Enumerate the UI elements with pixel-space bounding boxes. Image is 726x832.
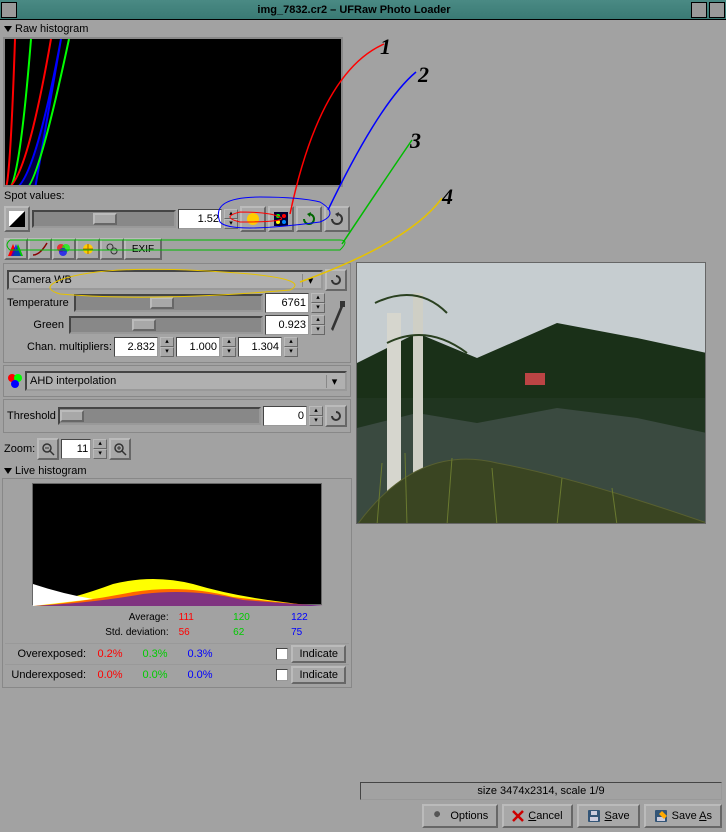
- over-label: Overexposed:: [8, 648, 86, 660]
- exposure-compensation-icon[interactable]: [4, 206, 30, 232]
- tab-corrections[interactable]: [76, 238, 100, 260]
- window-menu-button[interactable]: [1, 2, 17, 18]
- wb-preset-combo[interactable]: Camera WB▾: [7, 270, 323, 290]
- tab-exif[interactable]: EXIF: [124, 238, 162, 260]
- annotation-4: 4: [442, 184, 453, 210]
- maximize-button[interactable]: [709, 2, 725, 18]
- save-button[interactable]: Save: [577, 804, 640, 828]
- raw-histogram-title: Raw histogram: [15, 23, 88, 35]
- annotation-3: 3: [410, 128, 421, 154]
- interpolation-icon: [7, 373, 23, 389]
- auto-exposure-icon[interactable]: [296, 206, 322, 232]
- spot-values-label: Spot values:: [2, 188, 352, 204]
- eyedropper-icon[interactable]: [329, 299, 345, 334]
- temperature-spinner[interactable]: ▴▾: [311, 293, 325, 313]
- raw-histogram-expander[interactable]: Raw histogram: [2, 22, 352, 36]
- interpolation-combo[interactable]: AHD interpolation▾: [25, 371, 347, 391]
- annotation-1: 1: [380, 34, 391, 60]
- threshold-panel: Threshold ▴▾: [3, 399, 351, 433]
- tab-base-curve[interactable]: [28, 238, 52, 260]
- size-status: size 3474x2314, scale 1/9: [360, 782, 722, 800]
- annotation-2: 2: [418, 62, 429, 88]
- threshold-slider[interactable]: [58, 407, 261, 425]
- under-indicate-button[interactable]: Indicate: [291, 666, 346, 684]
- zoom-value[interactable]: [61, 439, 91, 459]
- temperature-label: Temperature: [7, 297, 72, 309]
- chan-g[interactable]: [176, 337, 220, 357]
- temperature-value[interactable]: [265, 293, 309, 313]
- titlebar: img_7832.cr2 – UFRaw Photo Loader: [0, 0, 726, 20]
- exposure-value[interactable]: [178, 209, 222, 229]
- chevron-down-icon: [4, 26, 12, 32]
- stats-table: Average:111120122 Std. deviation:566275: [5, 607, 349, 643]
- threshold-value[interactable]: [263, 406, 307, 426]
- over-indicate-button[interactable]: Indicate: [291, 645, 346, 663]
- reset-threshold-button[interactable]: [325, 405, 347, 427]
- wrench-icon: [432, 809, 446, 823]
- live-histogram-title: Live histogram: [15, 465, 87, 477]
- chan-r[interactable]: [114, 337, 158, 357]
- close-icon: [512, 810, 524, 822]
- floppy-edit-icon: [654, 809, 668, 823]
- zoom-label: Zoom:: [4, 443, 35, 455]
- under-label: Underexposed:: [8, 669, 86, 681]
- under-checkbox[interactable]: [276, 669, 288, 681]
- tab-color-mgmt[interactable]: [52, 238, 76, 260]
- zoom-in-button[interactable]: [109, 438, 131, 460]
- wb-preset-label: Camera WB: [12, 274, 72, 286]
- chevron-down-icon: [4, 468, 12, 474]
- save-as-button[interactable]: Save As: [644, 804, 722, 828]
- wb-panel: Camera WB▾ Temperature ▴▾: [3, 263, 351, 363]
- green-spinner[interactable]: ▴▾: [311, 315, 325, 335]
- live-histogram-expander[interactable]: Live histogram: [2, 464, 352, 478]
- floppy-icon: [587, 809, 601, 823]
- tab-crop[interactable]: [100, 238, 124, 260]
- green-label: Green: [7, 319, 67, 331]
- reset-wb-button[interactable]: [325, 269, 347, 291]
- preview-image[interactable]: [356, 262, 706, 524]
- chan-b[interactable]: [238, 337, 282, 357]
- raw-histogram: [3, 37, 343, 187]
- exposure-slider[interactable]: [32, 210, 176, 228]
- tab-wb[interactable]: [4, 238, 28, 260]
- over-checkbox[interactable]: [276, 648, 288, 660]
- interp-label: AHD interpolation: [30, 375, 116, 387]
- chan-label: Chan. multipliers:: [7, 341, 112, 353]
- green-value[interactable]: [265, 315, 309, 335]
- green-slider[interactable]: [69, 316, 263, 334]
- options-button[interactable]: Options: [422, 804, 498, 828]
- zoom-out-button[interactable]: [37, 438, 59, 460]
- live-histogram: [32, 483, 322, 605]
- threshold-label: Threshold: [7, 410, 56, 422]
- annotation-overlay: [350, 22, 720, 272]
- interpolation-panel: AHD interpolation▾: [3, 365, 351, 397]
- minimize-button[interactable]: [691, 2, 707, 18]
- cancel-button[interactable]: Cancel: [502, 804, 572, 828]
- window-title: img_7832.cr2 – UFRaw Photo Loader: [18, 4, 690, 16]
- exposure-toolbar: ▴▾: [2, 204, 352, 234]
